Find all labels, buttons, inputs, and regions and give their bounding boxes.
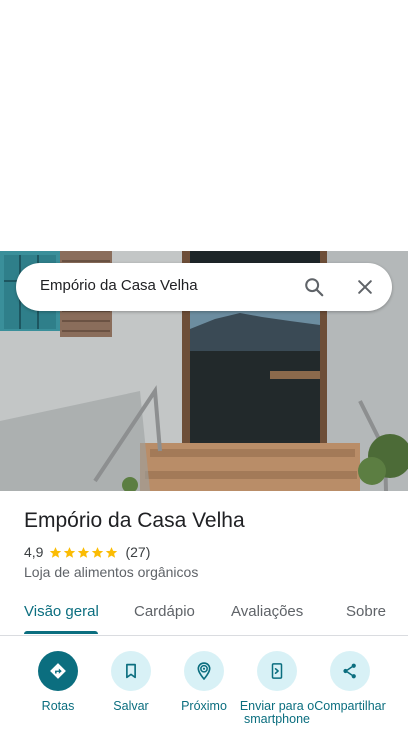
search-icon[interactable] <box>302 275 326 299</box>
rating-value: 4,9 <box>24 544 44 560</box>
bookmark-icon <box>111 651 151 691</box>
close-icon[interactable] <box>353 275 377 299</box>
share-icon <box>330 651 370 691</box>
send-to-phone-label: Enviar para o smartphone <box>239 699 315 726</box>
place-tabs: Visão geral Cardápio Avaliações Sobre <box>0 595 408 636</box>
nearby-icon <box>184 651 224 691</box>
nearby-label: Próximo <box>181 699 227 713</box>
share-label: Compartilhar <box>314 699 386 713</box>
map-blank-area <box>0 0 408 251</box>
star-icon <box>78 546 90 558</box>
directions-icon <box>38 651 78 691</box>
send-to-phone-button[interactable]: Enviar para o smartphone <box>237 651 317 726</box>
search-query-text[interactable]: Empório da Casa Velha <box>40 277 198 294</box>
rating-row[interactable]: 4,9 (27) <box>24 543 150 561</box>
save-button[interactable]: Salvar <box>91 651 171 713</box>
star-icon <box>92 546 104 558</box>
tab-menu[interactable]: Cardápio <box>134 603 195 620</box>
nearby-button[interactable]: Próximo <box>164 651 244 713</box>
tab-overview[interactable]: Visão geral <box>24 603 99 620</box>
share-button[interactable]: Compartilhar <box>310 651 390 713</box>
star-icon <box>50 546 62 558</box>
action-buttons: Rotas Salvar Próximo Enviar para o smart… <box>0 648 408 742</box>
tab-about[interactable]: Sobre <box>346 603 386 620</box>
directions-button[interactable]: Rotas <box>18 651 98 713</box>
tab-reviews[interactable]: Avaliações <box>231 603 303 620</box>
search-bar[interactable]: Empório da Casa Velha <box>16 263 392 311</box>
directions-label: Rotas <box>41 699 75 713</box>
save-label: Salvar <box>113 699 149 713</box>
rating-stars <box>49 546 119 559</box>
send-to-phone-icon <box>257 651 297 691</box>
active-tab-indicator <box>24 631 98 634</box>
star-icon <box>64 546 76 558</box>
review-count: (27) <box>125 544 151 560</box>
place-title: Empório da Casa Velha <box>24 509 245 532</box>
star-icon <box>106 546 118 558</box>
place-category: Loja de alimentos orgânicos <box>24 564 199 580</box>
